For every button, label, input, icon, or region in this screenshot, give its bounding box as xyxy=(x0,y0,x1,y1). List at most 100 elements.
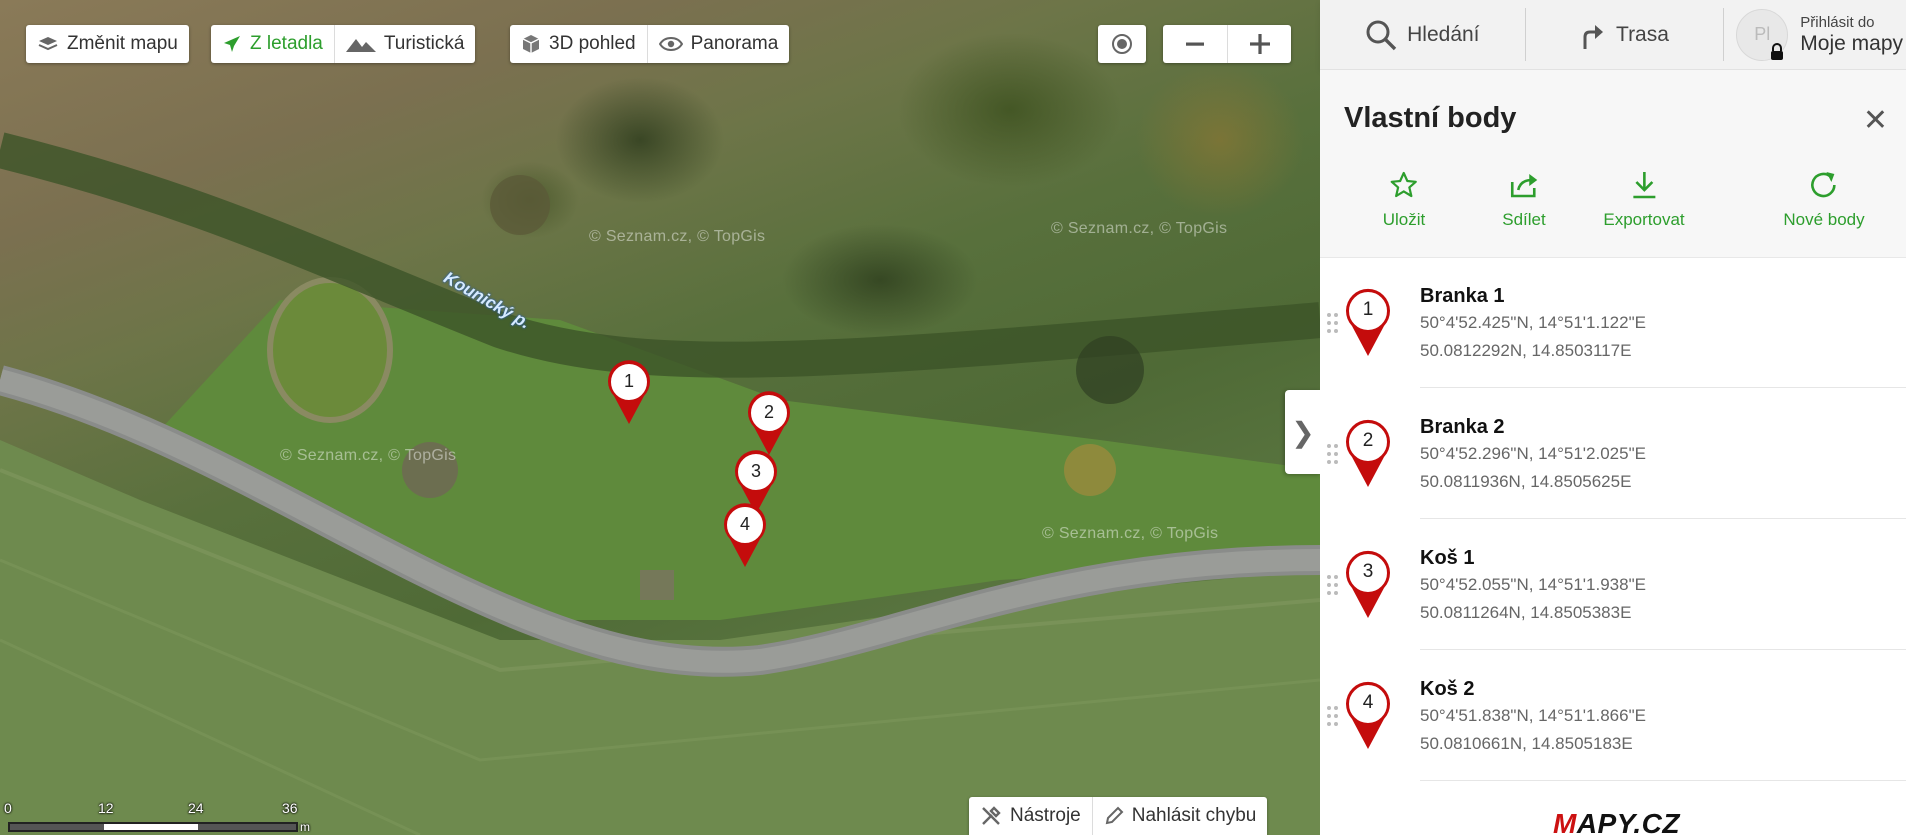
map-scale: 0 12 24 36 m xyxy=(4,800,318,835)
share-button[interactable]: Sdílet xyxy=(1502,170,1546,230)
point-coordinates-decimal: 50.0811264N, 14.8505383E xyxy=(1420,603,1632,622)
route-button[interactable]: Trasa xyxy=(1526,0,1724,69)
divider xyxy=(1420,780,1906,781)
scale-label: 12 xyxy=(98,800,114,816)
tools-label: Nástroje xyxy=(1010,805,1081,826)
point-number: 4 xyxy=(1362,692,1374,713)
map-pin-number: 4 xyxy=(739,514,750,534)
tourist-map-label: Turistická xyxy=(383,33,465,54)
change-map-button[interactable]: Změnit mapu xyxy=(26,25,189,63)
login-my-maps-button[interactable]: Pl Přihlásit do Moje mapy xyxy=(1724,0,1906,69)
new-points-button[interactable]: Nové body xyxy=(1783,170,1865,230)
map-pin-1[interactable]: 1 xyxy=(606,360,652,426)
tools-icon xyxy=(982,806,1001,825)
login-small-label: Přihlásit do xyxy=(1800,14,1875,31)
report-error-label: Nahlásit chybu xyxy=(1131,805,1257,826)
map-pin-4[interactable]: 4 xyxy=(722,503,768,569)
point-name[interactable]: Koš 1 xyxy=(1420,547,1474,570)
panel-title: Vlastní body xyxy=(1344,102,1517,134)
point-name[interactable]: Branka 2 xyxy=(1420,416,1505,439)
view-3d-button[interactable]: 3D pohled xyxy=(510,25,647,63)
point-coordinates-decimal: 50.0810661N, 14.8505183E xyxy=(1420,734,1633,753)
save-label: Uložit xyxy=(1382,210,1426,229)
login-big-label: Moje mapy xyxy=(1800,32,1903,55)
list-item[interactable]: 2 Branka 2 50°4'52.296"N, 14°51'2.025"E … xyxy=(1320,389,1906,519)
airplane-icon xyxy=(224,36,240,52)
sidebar: Hledání Trasa Pl Přihlásit do Moje mapy … xyxy=(1320,0,1906,835)
plus-icon xyxy=(1249,34,1270,54)
star-icon xyxy=(1390,171,1418,198)
aerial-imagery xyxy=(0,132,1320,835)
scale-bar xyxy=(8,822,298,832)
locate-control xyxy=(1098,25,1146,63)
cube-icon xyxy=(522,35,540,53)
list-item[interactable]: 1 Branka 1 50°4'52.425"N, 14°51'1.122"E … xyxy=(1320,258,1906,388)
mapy-cz-logo[interactable]: MAPY.CZ xyxy=(1553,808,1680,835)
change-map-control: Změnit mapu xyxy=(26,25,189,63)
location-target-icon xyxy=(1112,34,1132,54)
point-name[interactable]: Koš 2 xyxy=(1420,678,1474,701)
export-button[interactable]: Exportovat xyxy=(1603,170,1685,230)
scale-label: 0 xyxy=(4,800,12,816)
map-pin-number: 1 xyxy=(623,371,634,391)
point-coordinates-decimal: 50.0812292N, 14.8503117E xyxy=(1420,341,1632,360)
minus-icon xyxy=(1186,42,1204,46)
map-pin-2[interactable]: 2 xyxy=(746,391,792,457)
close-panel-button[interactable]: ✕ xyxy=(1863,106,1888,136)
route-arrow-icon xyxy=(1583,24,1604,49)
point-marker: 2 xyxy=(1344,419,1392,489)
map-marker-icon xyxy=(724,503,766,567)
list-item[interactable]: 4 Koš 2 50°4'51.838"N, 14°51'1.866"E 50.… xyxy=(1320,651,1906,781)
mountains-icon xyxy=(345,39,376,52)
point-coordinates-dms: 50°4'51.838"N, 14°51'1.866"E xyxy=(1420,706,1646,725)
drag-handle-icon[interactable] xyxy=(1326,312,1340,334)
zoom-out-button[interactable] xyxy=(1163,25,1227,63)
lock-icon xyxy=(1771,42,1784,60)
new-points-label: Nové body xyxy=(1783,210,1865,229)
map-pin-number: 2 xyxy=(763,402,774,422)
list-item[interactable]: 3 Koš 1 50°4'52.055"N, 14°51'1.938"E 50.… xyxy=(1320,520,1906,650)
divider xyxy=(1420,387,1906,388)
panorama-button[interactable]: Panorama xyxy=(646,25,790,63)
point-coordinates-decimal: 50.0811936N, 14.8505625E xyxy=(1420,472,1632,491)
save-button[interactable]: Uložit xyxy=(1382,170,1426,230)
tourist-map-button[interactable]: Turistická xyxy=(333,25,476,63)
drag-handle-icon[interactable] xyxy=(1326,443,1340,465)
point-name[interactable]: Branka 1 xyxy=(1420,285,1505,308)
point-number: 3 xyxy=(1362,561,1374,582)
logo-first-letter: M xyxy=(1553,808,1577,835)
divider xyxy=(1420,649,1906,650)
scale-unit: m xyxy=(300,820,310,834)
view-switcher: 3D pohled Panorama xyxy=(510,25,790,63)
export-label: Exportovat xyxy=(1603,210,1685,229)
collapse-panel-toggle[interactable]: ❯ xyxy=(1285,390,1320,474)
report-error-button[interactable]: Nahlásit chybu xyxy=(1091,797,1268,835)
tools-button[interactable]: Nástroje xyxy=(969,797,1092,835)
map-type-switcher: Z letadla Turistická xyxy=(211,25,476,63)
refresh-icon xyxy=(1810,172,1836,198)
map-watermark: © Seznam.cz, © TopGis xyxy=(1051,220,1228,237)
download-icon xyxy=(1632,172,1655,199)
bottom-tools: Nástroje Nahlásit chybu xyxy=(969,797,1268,835)
drag-handle-icon[interactable] xyxy=(1326,705,1340,727)
divider xyxy=(1420,518,1906,519)
drag-handle-icon[interactable] xyxy=(1326,574,1340,596)
avatar-initials: Pl xyxy=(1754,24,1771,44)
map-marker-icon xyxy=(608,360,650,424)
map-canvas[interactable]: Změnit mapu Z letadla Turistická 3D pohl… xyxy=(0,0,1320,835)
view-3d-label: 3D pohled xyxy=(549,33,636,54)
aerial-map-button[interactable]: Z letadla xyxy=(211,25,334,63)
point-coordinates-dms: 50°4'52.296"N, 14°51'2.025"E xyxy=(1420,444,1646,463)
zoom-control xyxy=(1163,25,1291,63)
search-icon xyxy=(1366,20,1397,50)
scale-label: 36 xyxy=(282,800,298,816)
layers-icon xyxy=(38,37,58,51)
map-marker-icon xyxy=(748,391,790,455)
point-marker: 4 xyxy=(1344,681,1392,751)
logo-rest: APY.CZ xyxy=(1576,808,1680,835)
search-button[interactable]: Hledání xyxy=(1320,0,1525,69)
locate-me-button[interactable] xyxy=(1098,25,1146,63)
top-navigation: Hledání Trasa Pl Přihlásit do Moje mapy xyxy=(1320,0,1906,70)
point-marker: 1 xyxy=(1344,288,1392,358)
zoom-in-button[interactable] xyxy=(1227,25,1291,63)
